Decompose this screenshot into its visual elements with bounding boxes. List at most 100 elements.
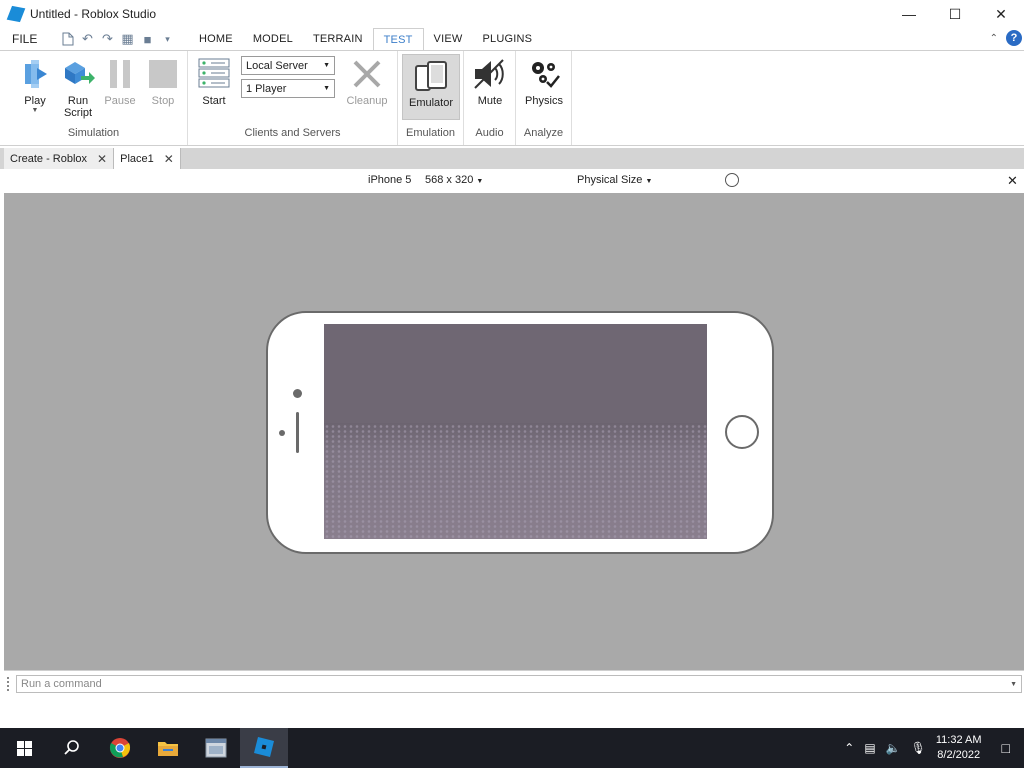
start-button[interactable]: Start [192, 57, 236, 107]
phone-home-button[interactable] [725, 415, 759, 449]
title-bar: Untitled - Roblox Studio — ☐ ✕ [0, 0, 1024, 28]
customize-dropdown-icon[interactable]: ▾ [160, 32, 175, 47]
redo-icon[interactable]: ↷ [100, 31, 115, 47]
roblox-studio-logo-icon [6, 5, 26, 23]
player-count-value: 1 Player [246, 82, 287, 95]
command-placeholder: Run a command [21, 678, 102, 690]
command-bar: Run a command ▼ [4, 670, 1024, 728]
collapse-ribbon-icon[interactable]: ⌃ [990, 33, 998, 44]
tab-terrain[interactable]: TERRAIN [303, 28, 373, 50]
device-emulator-icon [414, 59, 448, 93]
tab-view[interactable]: VIEW [424, 28, 473, 50]
close-tab-icon[interactable]: ✕ [97, 152, 107, 166]
file-menu[interactable]: FILE [12, 32, 48, 46]
clock[interactable]: 11:32 AM 8/2/2022 [936, 733, 982, 763]
emulator-button[interactable]: Emulator [402, 54, 460, 120]
cleanup-x-icon [350, 57, 384, 91]
pause-label: Pause [104, 95, 136, 107]
tab-home[interactable]: HOME [189, 28, 243, 50]
ribbon: Play ▼ Run Script Pause Stop Simulation [0, 50, 1024, 146]
doc-tab-place1[interactable]: Place1 ✕ [114, 148, 181, 169]
taskbar-app[interactable] [192, 728, 240, 768]
help-icon[interactable]: ? [1006, 30, 1022, 46]
command-bar-grip[interactable] [7, 677, 10, 691]
run-script-label-2: Script [63, 107, 93, 119]
phone-camera-dot [293, 389, 302, 398]
speaker-muted-icon [473, 57, 507, 91]
tab-test[interactable]: TEST [372, 28, 424, 51]
clients-servers-group-label: Clients and Servers [244, 127, 341, 139]
search-icon [64, 740, 79, 755]
tab-model[interactable]: MODEL [243, 28, 303, 50]
phone-speaker [296, 412, 299, 453]
mute-button[interactable]: Mute [468, 57, 512, 107]
pause-button[interactable]: Pause [98, 57, 142, 107]
notifications-icon[interactable]: □ [1002, 740, 1010, 756]
network-icon[interactable]: ▤ [864, 741, 875, 755]
command-input[interactable]: Run a command ▼ [16, 675, 1022, 693]
emulation-group: Emulator Emulation [398, 51, 464, 145]
emulator-label: Emulator [408, 97, 454, 109]
pause-icon [103, 57, 137, 91]
device-select[interactable]: iPhone 5 [368, 174, 411, 186]
chrome-icon [109, 738, 131, 758]
clients-servers-group: Start Local Server ▼ 1 Player ▼ Cleanup … [188, 51, 398, 145]
window-title: Untitled - Roblox Studio [30, 7, 157, 21]
ribbon-tabs: HOME MODEL TERRAIN TEST VIEW PLUGINS [189, 28, 542, 51]
taskbar-roblox-studio[interactable] [240, 728, 288, 768]
phone-sensor-dot [279, 430, 285, 436]
taskbar-chrome[interactable] [96, 728, 144, 768]
simulation-group: Play ▼ Run Script Pause Stop Simulation [0, 51, 188, 145]
play-label: Play [24, 95, 46, 107]
run-script-button[interactable]: Run Script [56, 57, 100, 119]
close-button[interactable]: ✕ [978, 0, 1024, 28]
server-select[interactable]: Local Server ▼ [241, 56, 335, 75]
size-mode-caret-icon: ▼ [645, 178, 653, 185]
stop-icon [146, 57, 180, 91]
volume-icon[interactable]: 🔈 [886, 741, 901, 755]
server-icon [197, 57, 231, 91]
close-tab-icon[interactable]: ✕ [164, 152, 174, 166]
new-file-icon[interactable] [60, 32, 75, 47]
player-count-select[interactable]: 1 Player ▼ [241, 79, 335, 98]
server-select-value: Local Server [246, 59, 308, 72]
search-button[interactable] [48, 728, 96, 768]
play-button[interactable]: Play ▼ [13, 57, 57, 114]
tab-plugins[interactable]: PLUGINS [472, 28, 542, 50]
server-select-caret-icon: ▼ [323, 62, 330, 69]
phone-screen[interactable] [324, 324, 707, 539]
rotate-device-icon[interactable] [725, 173, 739, 187]
gears-icon [527, 57, 561, 91]
start-label: Start [202, 95, 226, 107]
play-icon [18, 57, 52, 91]
taskbar-file-explorer[interactable] [144, 728, 192, 768]
taskbar: ⌃ ▤ 🔈 🎙 11:32 AM 8/2/2022 □ [0, 728, 1024, 768]
show-hidden-icons-icon[interactable]: ⌃ [844, 741, 854, 755]
start-menu-button[interactable] [0, 728, 48, 768]
clock-time: 11:32 AM [935, 734, 982, 746]
window-controls: — ☐ ✕ [886, 0, 1024, 28]
cleanup-label: Cleanup [346, 95, 388, 107]
clock-date: 8/2/2022 [937, 749, 981, 761]
size-mode-select[interactable]: Physical Size ▼ [577, 174, 652, 186]
cleanup-button[interactable]: Cleanup [344, 57, 390, 107]
microphone-icon[interactable]: 🎙 [911, 741, 926, 755]
stop-button[interactable]: Stop [141, 57, 185, 107]
maximize-button[interactable]: ☐ [932, 0, 978, 28]
minimize-button[interactable]: — [886, 0, 932, 28]
physics-button[interactable]: Physics [521, 57, 567, 107]
doc-tab-label: Create - Roblox [10, 152, 88, 165]
resolution-select[interactable]: 568 x 320 ▼ [425, 174, 483, 186]
doc-tab-create-roblox[interactable]: Create - Roblox ✕ [4, 148, 115, 169]
play-dropdown-icon[interactable]: ▼ [13, 107, 57, 114]
command-history-caret-icon[interactable]: ▼ [1010, 681, 1017, 688]
undo-icon[interactable]: ↶ [80, 31, 95, 47]
stop-square-icon[interactable]: ■ [140, 32, 155, 47]
close-emulator-icon[interactable]: ✕ [1007, 173, 1018, 189]
analyze-group: Physics Analyze [516, 51, 572, 145]
game-viewport[interactable] [4, 193, 1024, 670]
tool-icon[interactable]: ▦ [120, 31, 135, 47]
screen-sky [324, 324, 707, 423]
physics-label: Physics [525, 95, 563, 107]
analyze-group-label: Analyze [523, 127, 564, 139]
